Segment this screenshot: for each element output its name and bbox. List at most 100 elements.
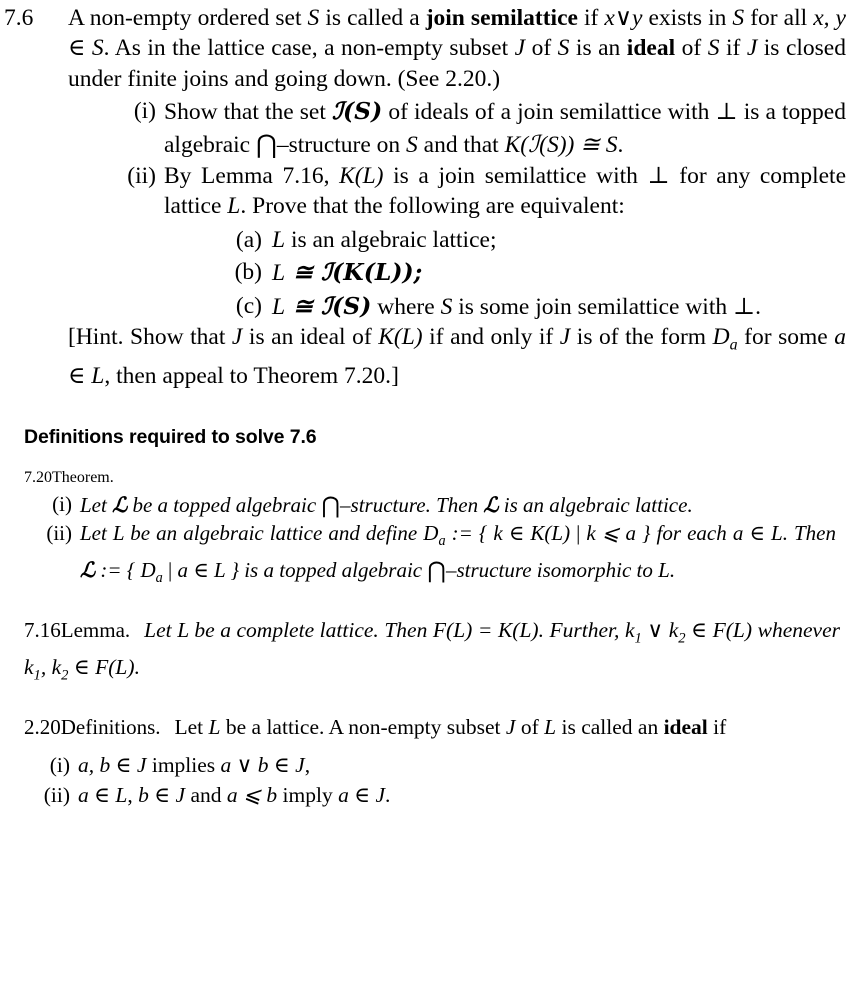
- text-run: := {: [445, 521, 494, 546]
- text-run: imply: [277, 783, 339, 808]
- math-iso-script-I-S: ≅ ℐ(S): [285, 291, 372, 320]
- condition-a: (a) L is an algebraic lattice;: [218, 225, 846, 255]
- text-run: ,: [304, 753, 311, 778]
- lemma-label: Lemma.: [60, 618, 131, 643]
- term-ideal: ideal: [626, 35, 676, 62]
- text-run: if: [577, 5, 605, 31]
- text-run: ,: [40, 654, 52, 679]
- exercise-item-ii: (ii) By Lemma 7.16, K(L) is a join semila…: [118, 161, 846, 322]
- text-run: is an algebraic lattice;: [285, 226, 497, 253]
- math-k1-subscript: 1: [634, 630, 642, 647]
- script-L-symbol: ℒ: [112, 491, 128, 517]
- item-marker: (i): [52, 491, 72, 516]
- text-run: Show that: [123, 324, 232, 351]
- text-run: . Then: [782, 521, 837, 546]
- definitions-section-heading: Definitions required to solve 7.6: [24, 425, 317, 448]
- text-run: , then appeal to Theorem 7.20.: [104, 363, 392, 390]
- script-L-symbol: ℒ: [483, 491, 499, 517]
- bottom-symbol: ⊥: [715, 99, 738, 126]
- math-k2-subscript: 2: [678, 630, 686, 647]
- math-k-in-K-of-L: k ∈ K(L): [493, 521, 571, 546]
- text-run: A non-empty ordered set: [68, 5, 308, 31]
- math-join-operator: ∨: [641, 618, 669, 643]
- text-run: is of the form: [570, 324, 713, 351]
- math-D: D: [140, 557, 156, 582]
- item-marker: (a): [235, 226, 262, 253]
- var-L: L: [208, 715, 221, 740]
- math-D-subscript: a: [729, 336, 738, 354]
- text-run: is an ideal of: [242, 324, 379, 351]
- text-run: and: [185, 783, 227, 808]
- bracket-open: [: [68, 324, 76, 351]
- theorem-title: 7.20Theorem.: [24, 469, 864, 487]
- text-run: implies: [146, 753, 221, 778]
- text-run: ∈: [685, 618, 713, 643]
- equivalent-conditions: (a) L is an algebraic lattice; (b) L ≅ ℐ(K…: [218, 225, 846, 322]
- text-run: . As in the lattice case, a non-empty su…: [103, 35, 515, 62]
- text-run: of: [525, 35, 558, 62]
- var-S: S: [307, 5, 320, 31]
- var-S: S: [557, 35, 570, 62]
- math-k-le-a: k ⩽ a: [586, 521, 636, 546]
- item-marker: (ii): [43, 783, 70, 808]
- bottom-symbol: ⊥: [732, 293, 756, 320]
- math-D: D: [423, 521, 439, 546]
- text-run: By Lemma 7.16,: [164, 163, 340, 190]
- text-run: of ideals of a join semilattice with: [382, 99, 716, 126]
- math-F-of-L: F(L): [712, 618, 753, 643]
- text-run: of: [515, 715, 545, 740]
- var-S: S: [707, 35, 720, 62]
- text-run: .: [385, 783, 391, 808]
- term-ideal: ideal: [663, 715, 708, 740]
- math-D-subscript: a: [438, 533, 446, 550]
- exercise-paragraph: A non-empty ordered set S is called a jo…: [68, 3, 846, 94]
- math-iso-script-I-K-L: ≅ ℐ(K(L));: [285, 258, 423, 287]
- theorem-item-i: (i) Let ℒ be a topped algebraic ⋂–structu…: [38, 491, 836, 520]
- math-b-in-J: b ∈ J: [138, 783, 186, 808]
- math-a-in-J: a ∈ J: [338, 783, 386, 808]
- text-run: for all: [744, 5, 814, 31]
- var-J: J: [231, 324, 243, 351]
- text-run: if: [707, 715, 727, 740]
- text-run: be a complete lattice. Then: [188, 618, 433, 643]
- lemma-body: Let L be a complete lattice. Then F(L) =…: [24, 618, 840, 683]
- math-a-join-b-in-J: a ∨ b ∈ J: [220, 753, 305, 778]
- text-run: } is a topped algebraic: [225, 557, 428, 582]
- text-run: .: [669, 557, 676, 582]
- exercise-subitems: (i) Show that the set ℐ(S) of ideals of a…: [118, 96, 846, 322]
- text-run: whenever: [752, 618, 840, 643]
- exercise-body: A non-empty ordered set S is called a jo…: [68, 0, 846, 392]
- math-x-join-y: x∨y: [604, 5, 643, 31]
- math-a-in-L: a ∈ L: [732, 521, 783, 546]
- set-builder-bar: |: [162, 557, 178, 582]
- text-run: if: [719, 35, 747, 62]
- bracket-close: ]: [391, 363, 399, 390]
- text-run: –structure on: [276, 131, 407, 158]
- definitions-body: Let L be a lattice. A non-empty subset J…: [175, 715, 727, 739]
- text-run: ,: [127, 783, 139, 808]
- text-run: is called a: [319, 5, 426, 31]
- var-L: L: [272, 260, 286, 287]
- n-ary-intersection-icon: ⋂: [255, 128, 277, 159]
- definitions-label: Definitions.: [60, 715, 161, 740]
- condition-c: (c) L ≅ ℐ(S) where S is some join semilat…: [218, 291, 846, 322]
- math-a-in-L: a ∈ L: [177, 557, 226, 582]
- text-run: .: [617, 131, 624, 158]
- math-D: D: [712, 324, 730, 351]
- text-run: Let: [80, 521, 113, 546]
- var-L: L: [544, 715, 557, 740]
- var-L: L: [272, 226, 286, 253]
- text-run: of: [675, 35, 708, 62]
- math-script-I-of-S: ℐ(S): [331, 97, 383, 126]
- math-a-le-b: a ⩽ b: [226, 783, 278, 808]
- definitions-items: (i) a, b ∈ J implies a ∨ b ∈ J, (ii) a ∈ L…: [24, 750, 864, 810]
- var-L: L: [227, 193, 241, 220]
- text-run: and that: [417, 131, 505, 158]
- math-k1-subscript: 1: [33, 667, 41, 684]
- item-marker: (ii): [127, 163, 156, 190]
- text-run: Let: [174, 715, 209, 740]
- set-builder-bar: |: [570, 521, 587, 546]
- var-S: S: [440, 293, 453, 320]
- text-run: exists in: [642, 5, 733, 31]
- var-S: S: [406, 131, 418, 158]
